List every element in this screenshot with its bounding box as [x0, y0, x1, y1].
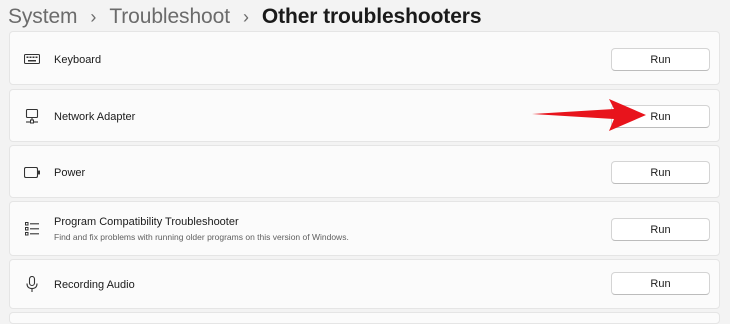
troubleshooter-title: Recording Audio [54, 279, 135, 291]
troubleshooter-item-recording-audio: Recording Audio Run [9, 259, 720, 309]
chevron-right-icon: › [242, 6, 249, 27]
breadcrumb: System › Troubleshoot › Other troublesho… [8, 2, 482, 32]
keyboard-run-button[interactable]: Run [611, 48, 710, 71]
red-arrow-icon [532, 99, 646, 131]
microphone-icon [23, 275, 41, 293]
troubleshooter-title: Network Adapter [54, 111, 136, 123]
troubleshooter-item-program-compatibility: Program Compatibility Troubleshooter Fin… [9, 201, 720, 256]
troubleshooter-item-keyboard: Keyboard Run [9, 31, 720, 85]
keyboard-icon [23, 50, 41, 68]
page-title: Other troubleshooters [261, 5, 482, 28]
breadcrumb-system[interactable]: System [8, 5, 78, 29]
program-compatibility-run-button[interactable]: Run [611, 218, 710, 241]
list-icon [23, 220, 41, 238]
recording-audio-run-button[interactable]: Run [611, 272, 710, 295]
network-adapter-icon [23, 107, 41, 125]
power-run-button[interactable]: Run [611, 161, 710, 184]
troubleshooter-title: Keyboard [54, 54, 102, 66]
chevron-right-icon: › [90, 6, 97, 27]
troubleshooter-item-power: Power Run [9, 145, 720, 198]
troubleshooter-title: Power [54, 167, 86, 179]
breadcrumb-troubleshoot[interactable]: Troubleshoot [109, 5, 230, 29]
troubleshooter-title: Program Compatibility Troubleshooter [54, 216, 239, 228]
battery-icon [23, 163, 41, 181]
troubleshooter-description: Find and fix problems with running older… [54, 232, 349, 242]
